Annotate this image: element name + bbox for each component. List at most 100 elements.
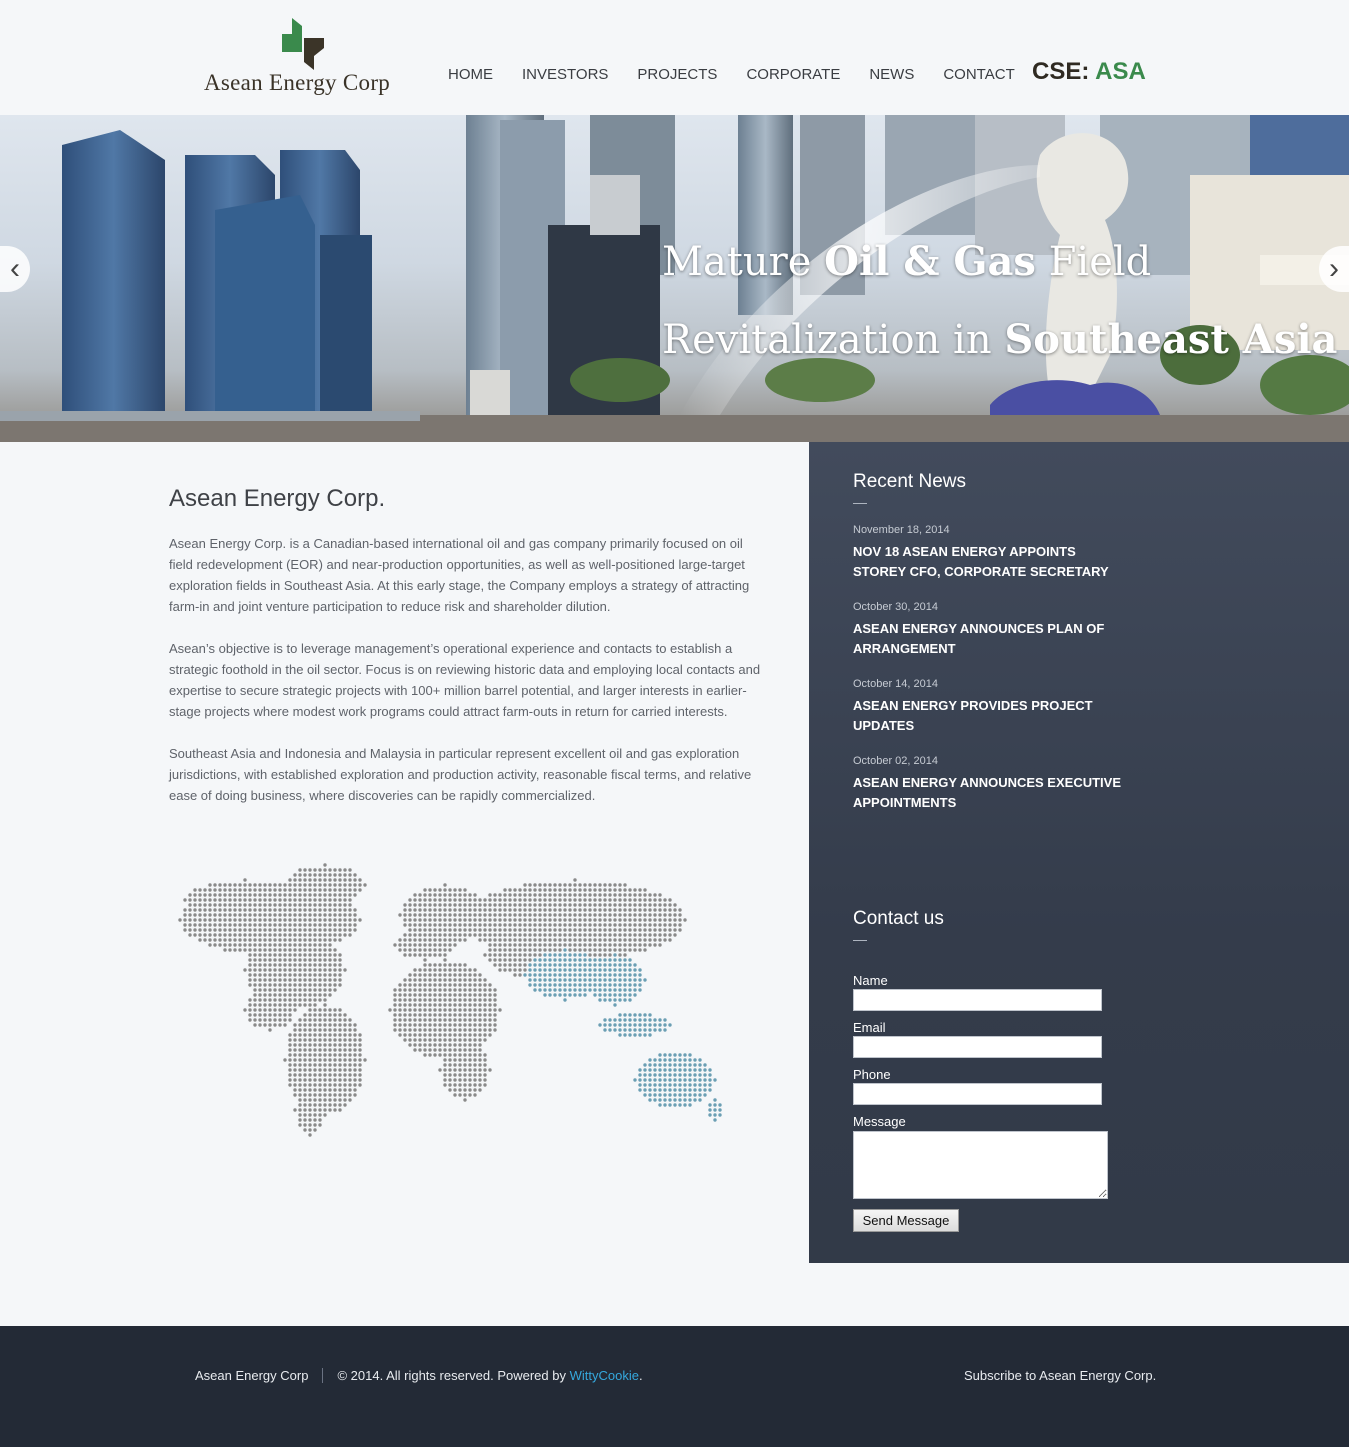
map-dot: [463, 893, 467, 897]
map-dot: [338, 1103, 342, 1107]
map-dot: [328, 913, 332, 917]
map-dot: [543, 968, 547, 972]
map-dot: [488, 953, 492, 957]
map-dot: [288, 1068, 292, 1072]
map-dot: [243, 923, 247, 927]
map-dot: [198, 933, 202, 937]
map-dot: [433, 998, 437, 1002]
map-dot: [563, 888, 567, 892]
message-field[interactable]: [853, 1131, 1108, 1199]
powered-by-link[interactable]: WittyCookie: [570, 1368, 639, 1383]
map-dot: [593, 883, 597, 887]
map-dot: [248, 953, 252, 957]
map-dot: [298, 978, 302, 982]
map-dot: [608, 933, 612, 937]
subscribe-link[interactable]: Subscribe to Asean Energy Corp.: [964, 1368, 1156, 1383]
map-dot: [538, 933, 542, 937]
logo[interactable]: Asean Energy Corp: [204, 16, 404, 100]
map-dot: [598, 958, 602, 962]
map-dot: [438, 1028, 442, 1032]
map-dot: [668, 1053, 672, 1057]
news-title-link[interactable]: ASEAN ENERGY ANNOUNCES PLAN OF ARRANGEME…: [853, 621, 1104, 656]
map-dot: [313, 993, 317, 997]
news-title-link[interactable]: Nov 18 ASEAN ENERGY APPOINTS STOREY CFO,…: [853, 544, 1109, 579]
map-dot: [658, 893, 662, 897]
send-message-button[interactable]: Send Message: [853, 1209, 959, 1232]
map-dot: [478, 938, 482, 942]
map-dot: [248, 978, 252, 982]
map-dot: [423, 908, 427, 912]
map-dot: [523, 883, 527, 887]
nav-home[interactable]: HOME: [448, 66, 493, 83]
map-dot: [298, 963, 302, 967]
map-dot: [293, 1023, 297, 1027]
map-dot: [338, 1048, 342, 1052]
map-dot: [708, 1088, 712, 1092]
map-dot: [333, 1043, 337, 1047]
news-title-link[interactable]: ASEAN ENERGY ANNOUNCES EXECUTIVE APPOINT…: [853, 775, 1121, 810]
map-dot: [488, 998, 492, 1002]
map-dot: [653, 1088, 657, 1092]
map-dot: [658, 908, 662, 912]
map-dot: [258, 918, 262, 922]
map-dot: [243, 933, 247, 937]
nav-projects[interactable]: PROJECTS: [637, 66, 717, 83]
map-dot: [443, 1078, 447, 1082]
map-dot: [258, 928, 262, 932]
map-dot: [293, 933, 297, 937]
nav-corporate[interactable]: CORPORATE: [746, 66, 840, 83]
map-dot: [558, 928, 562, 932]
map-dot: [323, 1088, 327, 1092]
nav-investors[interactable]: INVESTORS: [522, 66, 608, 83]
map-dot: [468, 898, 472, 902]
map-dot: [578, 993, 582, 997]
map-dot: [333, 968, 337, 972]
map-dot: [623, 883, 627, 887]
phone-field[interactable]: [853, 1083, 1102, 1105]
map-dot: [298, 928, 302, 932]
map-dot: [493, 1013, 497, 1017]
map-dot: [493, 1003, 497, 1007]
map-dot: [243, 968, 247, 972]
nav-news[interactable]: NEWS: [869, 66, 914, 83]
map-dot: [423, 913, 427, 917]
map-dot: [433, 1028, 437, 1032]
map-dot: [633, 933, 637, 937]
map-dot: [658, 1093, 662, 1097]
about-section: Asean Energy Corp. Asean Energy Corp. is…: [169, 482, 769, 827]
map-dot: [343, 1078, 347, 1082]
map-dot: [613, 983, 617, 987]
map-dot: [328, 1018, 332, 1022]
map-dot: [608, 898, 612, 902]
map-dot: [573, 988, 577, 992]
map-dot: [188, 928, 192, 932]
email-field[interactable]: [853, 1036, 1102, 1058]
news-title-link[interactable]: ASEAN ENERGY PROVIDES PROJECT UPDATES: [853, 698, 1093, 733]
map-dot: [333, 1058, 337, 1062]
map-dot: [338, 1038, 342, 1042]
map-dot: [263, 923, 267, 927]
map-dot: [588, 913, 592, 917]
map-dot: [223, 928, 227, 932]
map-dot: [268, 888, 272, 892]
map-dot: [403, 1003, 407, 1007]
map-dot: [293, 988, 297, 992]
map-dot: [308, 1048, 312, 1052]
map-dot: [423, 998, 427, 1002]
map-dot: [578, 988, 582, 992]
map-dot: [223, 943, 227, 947]
map-dot: [518, 913, 522, 917]
map-dot: [473, 1003, 477, 1007]
map-dot: [488, 1033, 492, 1037]
map-dot: [313, 918, 317, 922]
map-dot: [338, 973, 342, 977]
nav-contact[interactable]: CONTACT: [943, 66, 1014, 83]
map-dot: [543, 983, 547, 987]
map-dot: [578, 953, 582, 957]
map-dot: [303, 933, 307, 937]
map-dot: [473, 903, 477, 907]
map-dot: [313, 1093, 317, 1097]
map-dot: [468, 1078, 472, 1082]
name-field[interactable]: [853, 989, 1102, 1011]
map-dot: [428, 973, 432, 977]
